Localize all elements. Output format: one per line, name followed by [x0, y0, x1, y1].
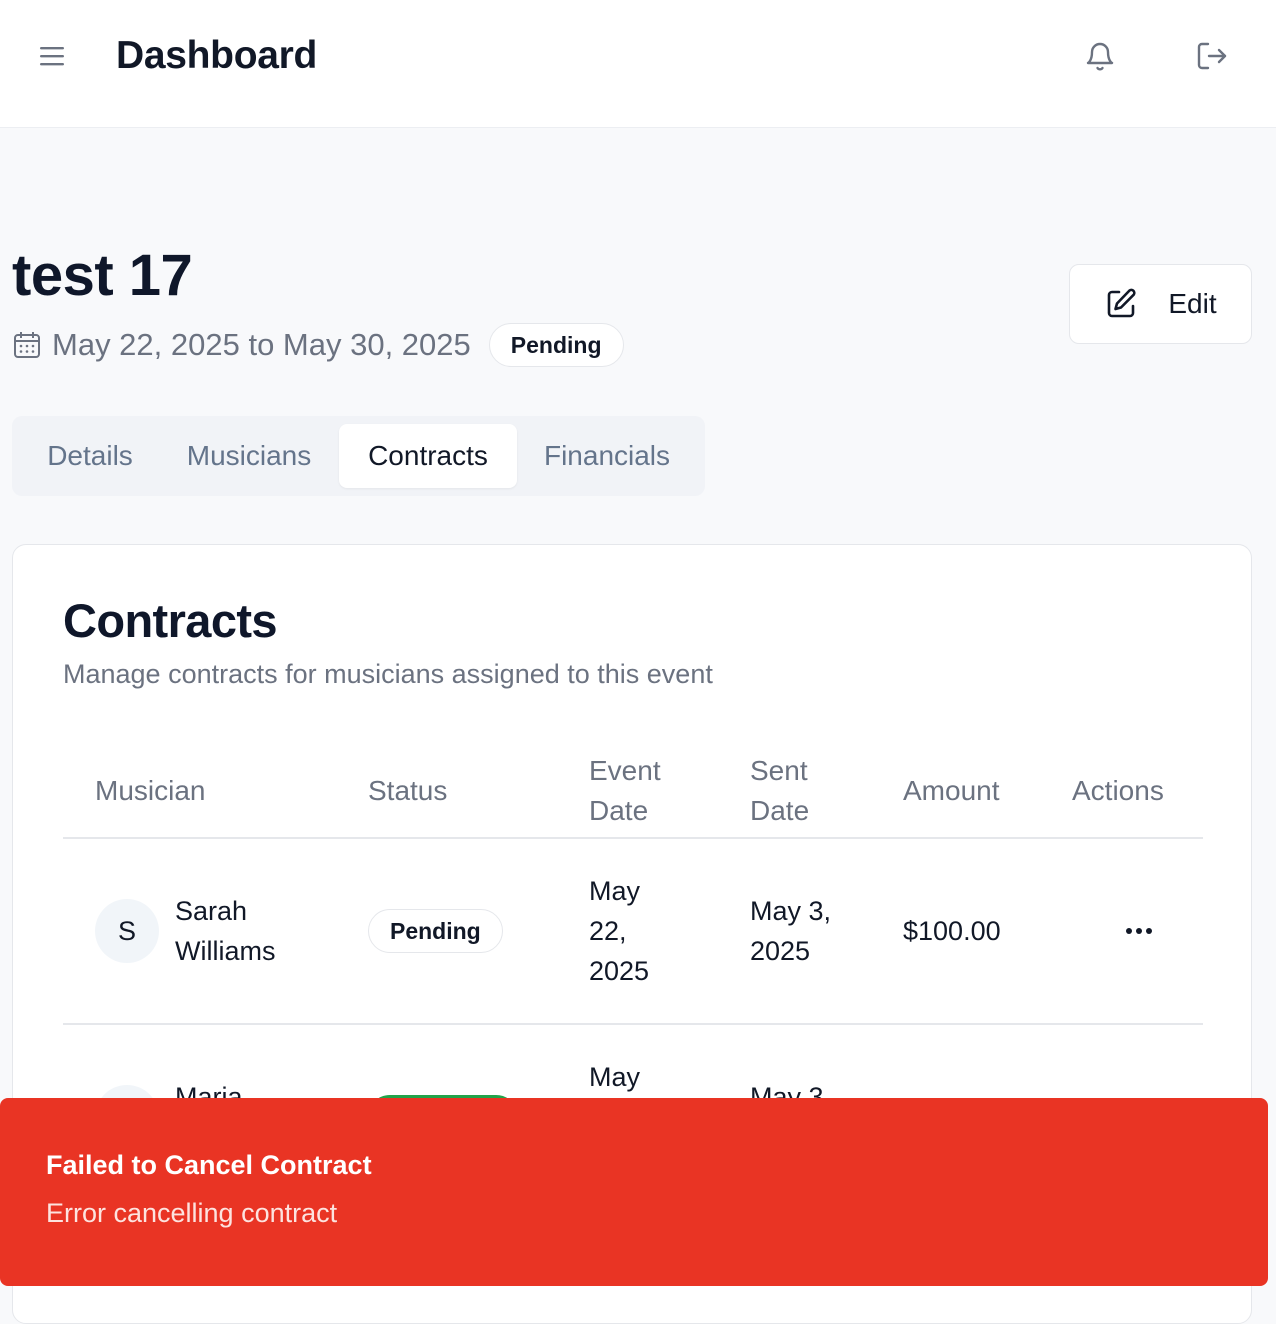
tab-details[interactable]: Details — [22, 424, 158, 488]
contracts-subtitle: Manage contracts for musicians assigned … — [63, 659, 713, 689]
toast-description: Error cancelling contract — [46, 1198, 338, 1228]
event-date-cell: May 22, 2025 — [589, 871, 649, 991]
tab-financials[interactable]: Financials — [522, 424, 692, 488]
column-header-event-date[interactable]: Event Date — [589, 751, 661, 831]
table-row-divider — [63, 1023, 1203, 1025]
tab-list: Details Musicians Contracts Financials — [12, 416, 705, 496]
tab-musicians[interactable]: Musicians — [164, 424, 334, 488]
error-toast[interactable]: Failed to Cancel Contract Error cancelli… — [0, 1098, 1268, 1286]
event-title: test 17 — [12, 243, 193, 308]
column-header-sent-date[interactable]: Sent Date — [750, 751, 809, 831]
edit-icon — [1108, 288, 1136, 318]
event-date-range: May 22, 2025 to May 30, 2025 — [52, 327, 471, 362]
calendar-icon — [14, 332, 40, 358]
musician-name-line1: Sarah — [175, 896, 248, 926]
column-header-event-date-line2: Date — [589, 795, 649, 826]
event-status-badge: Pending — [488, 323, 624, 367]
event-date-line3: 2025 — [589, 956, 650, 986]
column-header-amount[interactable]: Amount — [903, 771, 1000, 811]
top-bar: Dashboard — [0, 0, 1276, 128]
page-title: Dashboard — [116, 34, 318, 77]
row-actions-button[interactable] — [1119, 916, 1159, 946]
column-header-event-date-line1: Event — [589, 755, 661, 786]
sent-date-cell: May 3, 2025 — [750, 891, 831, 971]
bell-icon[interactable] — [1084, 38, 1116, 74]
logout-icon[interactable] — [1195, 40, 1229, 72]
column-header-actions: Actions — [1072, 775, 1164, 806]
column-header-sent-date-line1: Sent — [750, 755, 808, 786]
edit-button-label: Edit — [1168, 288, 1217, 319]
sent-date-line2: 2025 — [750, 936, 811, 966]
event-date-line2: 22, — [589, 916, 627, 946]
sent-date-line1: May 3, — [750, 896, 832, 926]
edit-button[interactable]: Edit — [1069, 264, 1252, 344]
column-header-sent-date-line2: Date — [750, 795, 810, 826]
event-date-line1: May — [589, 876, 641, 906]
tab-contracts[interactable]: Contracts — [339, 424, 517, 488]
amount-cell: $100.00 — [903, 916, 1001, 946]
musician-name: Sarah Williams — [175, 891, 276, 971]
event-date-row: May 22, 2025 to May 30, 2025 Pending — [12, 322, 624, 368]
toast-title: Failed to Cancel Contract — [46, 1150, 372, 1180]
contract-status-badge: Pending — [368, 909, 503, 953]
avatar: S — [95, 899, 159, 963]
musician-name-line2: Williams — [175, 936, 276, 966]
menu-icon[interactable] — [38, 44, 66, 68]
more-horizontal-icon — [1126, 928, 1152, 934]
contracts-title: Contracts — [63, 594, 278, 647]
column-header-musician[interactable]: Musician — [95, 771, 205, 811]
column-header-status[interactable]: Status — [368, 771, 447, 811]
event-date-cell: May — [589, 1062, 641, 1092]
table-header-divider — [63, 837, 1203, 839]
